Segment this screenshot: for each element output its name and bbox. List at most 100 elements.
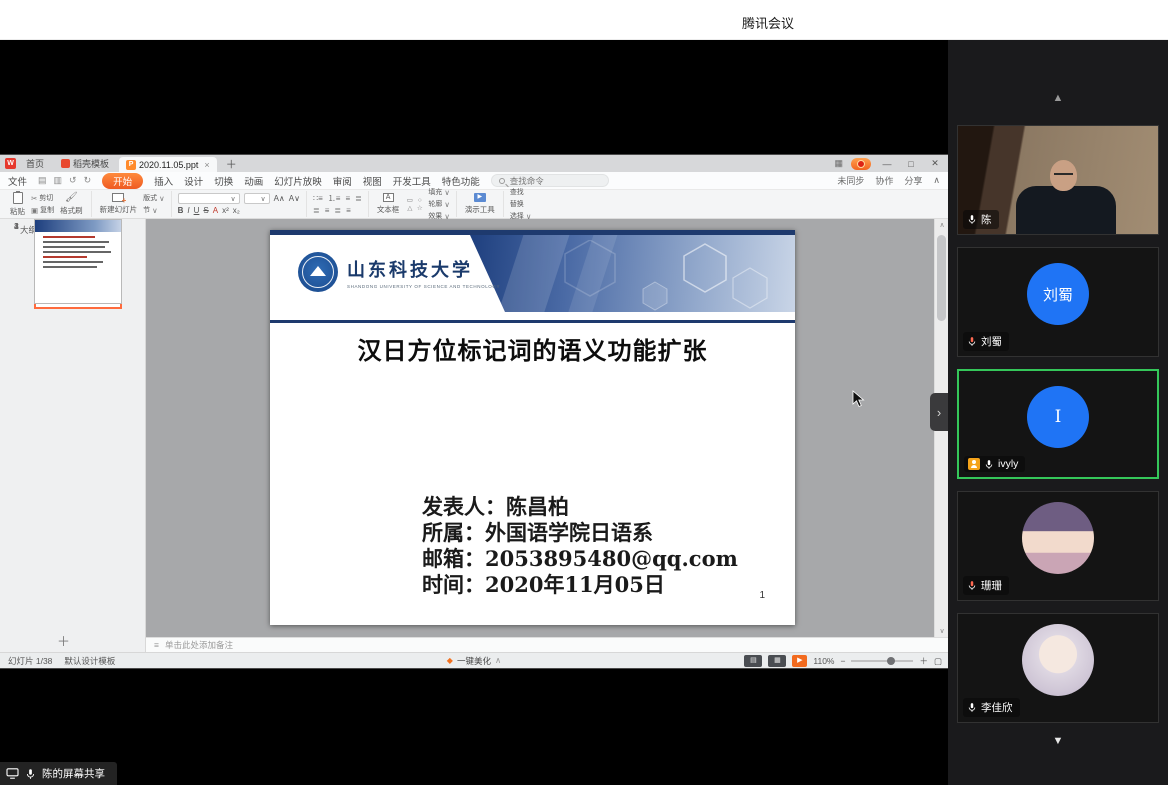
italic-button[interactable]: I bbox=[187, 206, 189, 215]
view-sorter-button[interactable]: ▦ bbox=[768, 655, 786, 667]
cut-button[interactable]: ✂剪切 bbox=[31, 193, 54, 203]
search-input[interactable] bbox=[510, 176, 605, 186]
font-name-combo[interactable]: ∨ bbox=[178, 193, 240, 204]
mic-icon bbox=[967, 702, 977, 713]
slideshow-play-button[interactable]: ▶ bbox=[792, 655, 807, 667]
participant-name-tag: 刘蜀 bbox=[963, 332, 1009, 351]
section-button[interactable]: 节∨ bbox=[143, 205, 165, 215]
participant-tile-chen[interactable]: 陈 bbox=[957, 125, 1159, 235]
strikethrough-button[interactable]: S bbox=[203, 206, 208, 215]
scroll-up-arrow[interactable]: ∧ bbox=[935, 221, 948, 229]
font-decrease-button[interactable]: A∨ bbox=[289, 194, 300, 203]
line-spacing-button[interactable]: ≡ bbox=[325, 206, 330, 215]
clipboard-group: 粘贴 ✂剪切 ▣复制 🖌 格式刷 bbox=[2, 191, 92, 217]
scrollbar-thumb[interactable] bbox=[937, 235, 946, 321]
participant-tile-liushu[interactable]: 刘蜀 刘蜀 bbox=[957, 247, 1159, 357]
font-increase-button[interactable]: A∧ bbox=[274, 194, 285, 203]
new-tab-button[interactable]: ＋ bbox=[220, 156, 243, 172]
participant-name: ivyly bbox=[998, 458, 1018, 470]
statusbar-right: ▤ ▦ ▶ 110% − ＋ ▢ bbox=[744, 653, 942, 669]
bullets-button[interactable]: ∷≡ bbox=[313, 194, 323, 203]
tab-document[interactable]: P 2020.11.05.ppt × bbox=[119, 157, 217, 172]
notes-bar[interactable]: ≡ 单击此处添加备注 bbox=[146, 637, 948, 652]
paste-button[interactable]: 粘贴 bbox=[8, 192, 27, 217]
close-button[interactable]: ✕ bbox=[927, 158, 943, 169]
menu-devtools[interactable]: 开发工具 bbox=[393, 174, 431, 188]
font-color-button[interactable]: A bbox=[213, 206, 218, 215]
tab-home[interactable]: 首页 bbox=[19, 155, 51, 172]
slide-thumbnail-4[interactable] bbox=[34, 219, 122, 304]
zoom-out-button[interactable]: − bbox=[840, 656, 845, 666]
current-slide[interactable]: 山东科技大学 SHANDONG UNIVERSITY OF SCIENCE AN… bbox=[270, 230, 795, 625]
menu-features[interactable]: 特色功能 bbox=[442, 174, 480, 188]
menu-insert[interactable]: 插入 bbox=[154, 174, 173, 188]
command-search[interactable] bbox=[491, 174, 609, 187]
sync-status[interactable]: 未同步 bbox=[837, 174, 864, 187]
align-left-button[interactable]: ≡ bbox=[345, 194, 350, 203]
save-icon[interactable]: ▤ bbox=[38, 175, 47, 186]
new-slide-button[interactable]: 新建幻灯片 bbox=[98, 193, 140, 215]
menu-design[interactable]: 设计 bbox=[184, 174, 203, 188]
demo-tools-button[interactable]: ▶ 演示工具 bbox=[463, 193, 497, 215]
beautify-button[interactable]: ◆ 一键美化 ∧ bbox=[447, 655, 501, 667]
shapes-gallery[interactable]: ▭ ○ △ ☆ bbox=[405, 197, 424, 212]
add-slide-button[interactable]: ＋ bbox=[57, 631, 70, 650]
zoom-in-button[interactable]: ＋ bbox=[919, 655, 928, 667]
slide-title: 汉日方位标记词的语义功能扩张 bbox=[270, 331, 795, 366]
layout-button[interactable]: 版式∨ bbox=[143, 193, 165, 203]
shape-outline-button[interactable]: 轮廓∨ bbox=[428, 199, 450, 209]
menu-file[interactable]: 文件 bbox=[8, 174, 27, 188]
apps-grid-icon[interactable]: ▦ bbox=[834, 158, 843, 169]
scroll-down-arrow[interactable]: ∨ bbox=[935, 627, 948, 635]
member-promo-badge[interactable] bbox=[851, 158, 871, 170]
menu-animation[interactable]: 动画 bbox=[244, 174, 263, 188]
avatar bbox=[1022, 624, 1094, 696]
date-line: 时间：2020年11月05日 bbox=[422, 572, 738, 598]
undo-icon[interactable]: ↺ bbox=[69, 175, 77, 186]
zoom-slider[interactable] bbox=[851, 660, 913, 662]
view-normal-button[interactable]: ▤ bbox=[744, 655, 762, 667]
replace-button[interactable]: 替换 bbox=[510, 199, 532, 209]
font-size-combo[interactable]: ∨ bbox=[244, 193, 270, 204]
menu-slideshow[interactable]: 幻灯片放映 bbox=[274, 174, 322, 188]
participant-name-tag: 珊珊 bbox=[963, 576, 1009, 595]
text-box-button[interactable]: A 文本框 bbox=[375, 193, 402, 215]
bold-button[interactable]: B bbox=[178, 206, 184, 215]
shape-fill-button[interactable]: 填充∨ bbox=[428, 187, 450, 197]
scroll-up-button[interactable]: ▲ bbox=[948, 92, 1168, 104]
align-right-button[interactable]: ≣ bbox=[334, 206, 341, 215]
redo-icon[interactable]: ↻ bbox=[84, 175, 92, 186]
print-icon[interactable]: ▥ bbox=[54, 175, 63, 186]
tab-docer[interactable]: 稻壳模板 bbox=[54, 155, 116, 172]
participant-tile-shanshan[interactable]: 珊珊 bbox=[957, 491, 1159, 601]
copy-button[interactable]: ▣复制 bbox=[31, 205, 54, 215]
format-painter-button[interactable]: 🖌 格式刷 bbox=[58, 193, 85, 216]
video-panel-collapse-handle[interactable]: › bbox=[930, 393, 948, 431]
meeting-title: 腾讯会议 bbox=[688, 13, 848, 32]
subscript-button[interactable]: x₂ bbox=[233, 206, 240, 215]
participant-tile-lijiaxin[interactable]: 李佳欣 bbox=[957, 613, 1159, 723]
minimize-button[interactable]: — bbox=[879, 159, 895, 169]
menu-view[interactable]: 视图 bbox=[363, 174, 382, 188]
fit-window-button[interactable]: ▢ bbox=[934, 656, 942, 667]
menu-transition[interactable]: 切换 bbox=[214, 174, 233, 188]
numbering-button[interactable]: ⒈≡ bbox=[328, 193, 341, 204]
menubar-right: 未同步 协作 分享 ∧ bbox=[837, 174, 940, 187]
scroll-down-button[interactable]: ▼ bbox=[948, 735, 1168, 747]
tab-close-icon[interactable]: × bbox=[204, 160, 209, 170]
participant-tile-ivyly[interactable]: I ivyly bbox=[957, 369, 1159, 479]
indent-button[interactable]: ≣ bbox=[313, 206, 320, 215]
find-button[interactable]: 查找 bbox=[510, 187, 532, 197]
menu-review[interactable]: 审阅 bbox=[333, 174, 352, 188]
zoom-slider-handle[interactable] bbox=[887, 657, 895, 665]
justify-button[interactable]: ≡ bbox=[346, 206, 351, 215]
superscript-button[interactable]: x² bbox=[222, 206, 229, 215]
share-button[interactable]: 分享 bbox=[904, 174, 922, 187]
underline-button[interactable]: U bbox=[194, 206, 200, 215]
align-center-button[interactable]: ≣ bbox=[355, 194, 362, 203]
tabbar-right: ▦ — □ ✕ bbox=[834, 158, 943, 170]
collab-button[interactable]: 协作 bbox=[875, 174, 893, 187]
ribbon-collapse-icon[interactable]: ∧ bbox=[933, 175, 940, 186]
restore-button[interactable]: □ bbox=[903, 159, 919, 169]
menu-start-active[interactable]: 开始 bbox=[102, 173, 143, 189]
